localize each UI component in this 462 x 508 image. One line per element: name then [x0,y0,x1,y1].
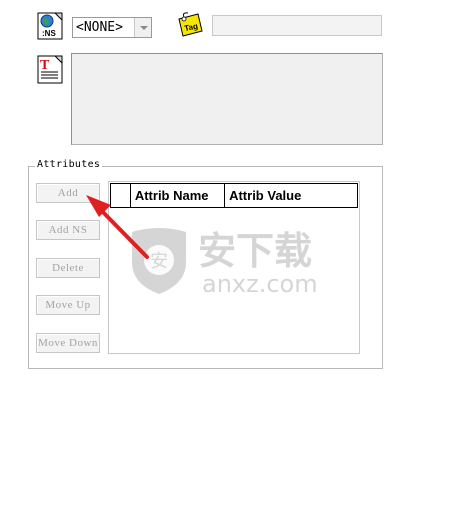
move-down-button[interactable]: Move Down [36,333,100,353]
watermark-text-en: anxz.com [202,270,318,298]
text-node-icon: T [37,55,63,84]
attributes-group-label: Attributes [35,159,103,170]
namespace-select-value: <NONE> [76,20,123,35]
column-header-attrib-value[interactable]: Attrib Value [225,184,357,207]
svg-text:T: T [40,58,50,73]
chevron-down-icon[interactable] [134,18,151,37]
delete-attribute-button[interactable]: Delete [36,258,100,278]
attributes-list-header: Attrib Name Attrib Value [110,183,358,208]
add-attribute-button[interactable]: Add [36,183,100,203]
watermark-badge-char: 安 [150,251,168,272]
namespace-select[interactable]: <NONE> [72,17,152,38]
text-content-area[interactable] [71,53,383,145]
ns-icon-label: :NS [42,29,56,38]
tag-icon: Tag [178,12,203,37]
namespace-icon: :NS [37,12,63,40]
watermark-text-cn: 安下载 [198,229,312,273]
tag-input[interactable] [212,15,382,36]
column-header-blank[interactable] [111,184,131,207]
add-ns-button[interactable]: Add NS [36,220,100,240]
column-header-attrib-name[interactable]: Attrib Name [131,184,226,207]
watermark-logo: 安 安下载 anxz.com [132,228,318,298]
move-up-button[interactable]: Move Up [36,295,100,315]
